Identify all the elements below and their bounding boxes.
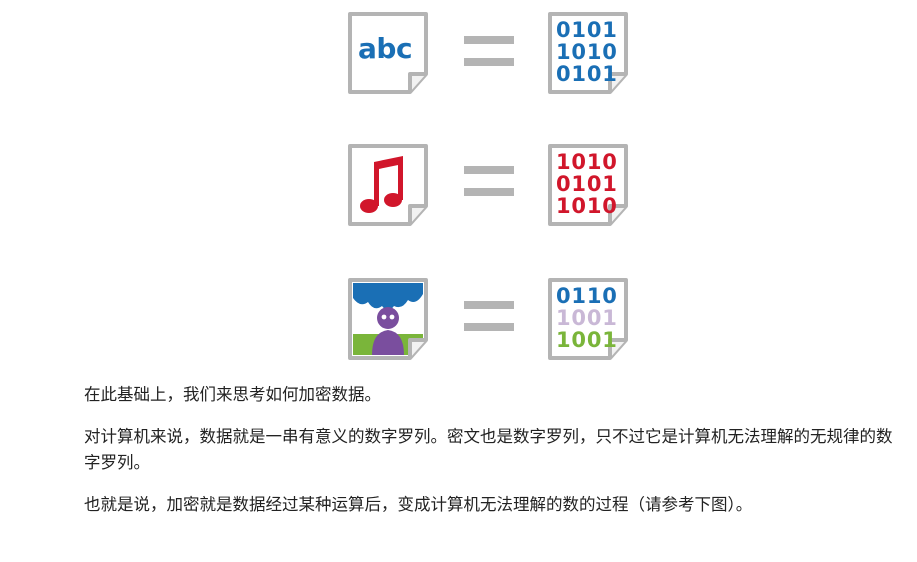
abc-label: abc [358, 32, 413, 65]
binary-digits: 0110 1001 1001 [556, 285, 622, 351]
text-row: abc 0101 1010 0101 [346, 10, 636, 100]
body-text: 在此基础上，我们来思考如何加密数据。 对计算机来说，数据就是一串有意义的数字罗列… [84, 382, 894, 534]
bit-line: 1010 [556, 194, 618, 218]
bit-line: 1001 [556, 306, 618, 330]
image-row: 0110 1001 1001 [346, 276, 636, 366]
bit-line: 0101 [556, 18, 618, 42]
paragraph-3: 也就是说，加密就是数据经过某种运算后，变成计算机无法理解的数的过程（请参考下图）… [84, 495, 753, 514]
bit-line: 0101 [556, 62, 618, 86]
bit-line: 0110 [556, 284, 618, 308]
bit-line: 1001 [556, 328, 618, 352]
binary-file-icon: 0110 1001 1001 [546, 276, 632, 362]
bit-line: 1010 [556, 40, 618, 64]
paragraph-1: 在此基础上，我们来思考如何加密数据。 [84, 385, 381, 404]
music-note-icon [346, 142, 432, 228]
paragraph-2: 对计算机来说，数据就是一串有意义的数字罗列。密文也是数字罗列，只不过它是计算机无… [84, 427, 893, 472]
text-document-icon: abc [346, 10, 432, 96]
music-row: 1010 0101 1010 [346, 142, 636, 232]
binary-digits: 1010 0101 1010 [556, 151, 622, 217]
data-equals-bits-figure: abc 0101 1010 0101 1010 0101 1010 0110 1… [0, 0, 917, 370]
binary-file-icon: 1010 0101 1010 [546, 142, 632, 228]
binary-file-icon: 0101 1010 0101 [546, 10, 632, 96]
bit-line: 0101 [556, 172, 618, 196]
bit-line: 1010 [556, 150, 618, 174]
binary-digits: 0101 1010 0101 [556, 19, 622, 85]
image-file-icon [346, 276, 432, 362]
